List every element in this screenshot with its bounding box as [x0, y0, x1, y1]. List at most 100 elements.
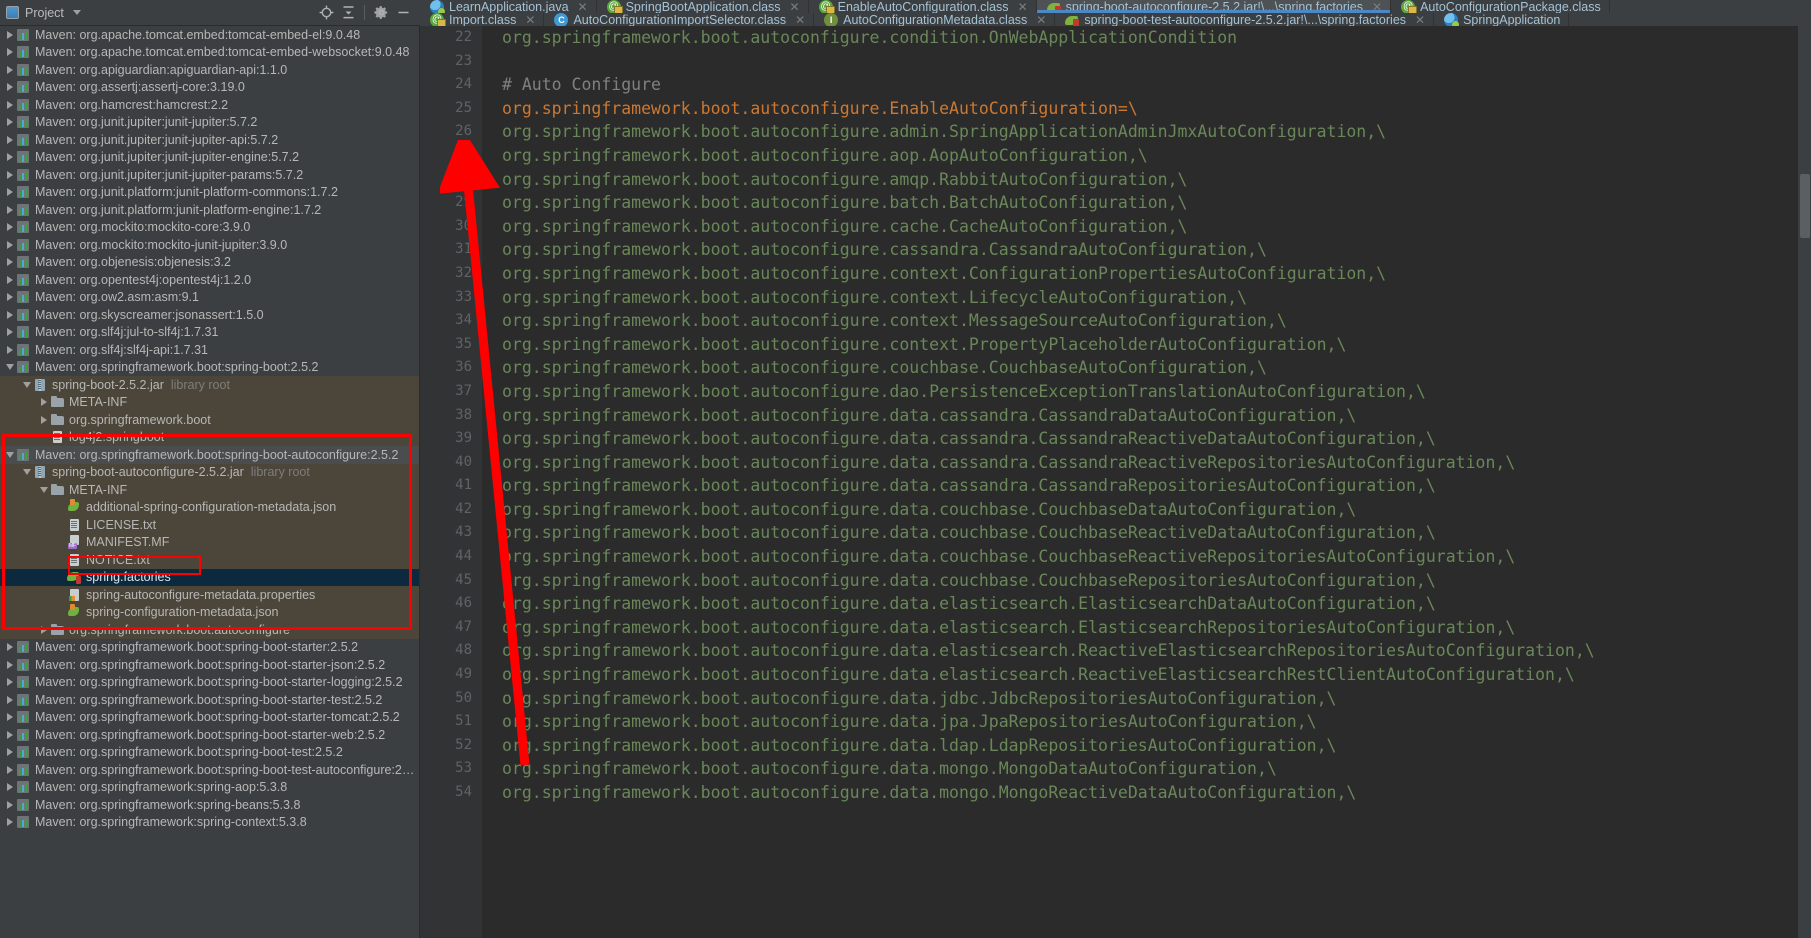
tree-row[interactable]: Maven: org.junit.platform:junit-platform… [0, 184, 419, 202]
tree-row[interactable]: additional-spring-configuration-metadata… [0, 498, 419, 516]
chevron-right-icon[interactable] [4, 258, 16, 267]
tree-row[interactable]: Maven: org.slf4j:slf4j-api:1.7.31 [0, 341, 419, 359]
tree-row[interactable]: Maven: org.mockito:mockito-junit-jupiter… [0, 236, 419, 254]
code-line[interactable]: org.springframework.boot.autoconfigure.d… [502, 687, 1811, 711]
chevron-right-icon[interactable] [4, 170, 16, 179]
tree-row[interactable]: Maven: org.springframework.boot:spring-b… [0, 639, 419, 657]
chevron-right-icon[interactable] [4, 660, 16, 669]
chevron-right-icon[interactable] [4, 643, 16, 652]
close-icon[interactable]: ✕ [1036, 13, 1046, 26]
code-line[interactable]: org.springframework.boot.autoconfigure.c… [502, 262, 1811, 286]
tree-row[interactable]: Maven: org.apiguardian:apiguardian-api:1… [0, 61, 419, 79]
code-line[interactable]: org.springframework.boot.autoconfigure.c… [502, 356, 1811, 380]
tree-row[interactable]: Maven: org.springframework.boot:spring-b… [0, 359, 419, 377]
tree-row[interactable]: org.springframework.boot [0, 411, 419, 429]
code-line[interactable]: org.springframework.boot.autoconfigure.d… [502, 380, 1811, 404]
tree-row[interactable]: META-INF [0, 481, 419, 499]
tree-row[interactable]: Maven: org.springframework.boot:spring-b… [0, 761, 419, 779]
editor-tab[interactable]: LearnApplication.java ✕ [420, 0, 597, 13]
code-line[interactable]: org.springframework.boot.autoconfigure.d… [502, 569, 1811, 593]
tree-row[interactable]: Maven: org.springframework.boot:spring-b… [0, 744, 419, 762]
code-line[interactable]: org.springframework.boot.autoconfigure.c… [502, 333, 1811, 357]
close-icon[interactable]: ✕ [790, 0, 800, 13]
code-line[interactable]: org.springframework.boot.autoconfigure.d… [502, 474, 1811, 498]
chevron-right-icon[interactable] [4, 713, 16, 722]
code-line[interactable]: org.springframework.boot.autoconfigure.d… [502, 592, 1811, 616]
tree-row[interactable]: Maven: org.springframework:spring-aop:5.… [0, 779, 419, 797]
editor-tab[interactable]: Import.class ✕ [420, 13, 545, 26]
tree-row[interactable]: Maven: org.mockito:mockito-core:3.9.0 [0, 219, 419, 237]
code-line[interactable]: org.springframework.boot.autoconfigure.d… [502, 616, 1811, 640]
tree-row[interactable]: Maven: org.springframework.boot:spring-b… [0, 709, 419, 727]
code-line[interactable]: org.springframework.boot.autoconfigure.d… [502, 734, 1811, 758]
code-line[interactable]: org.springframework.boot.autoconfigure.d… [502, 521, 1811, 545]
code-line[interactable]: org.springframework.boot.autoconfigure.d… [502, 781, 1811, 805]
editor-tab[interactable]: spring-boot-test-autoconfigure-2.5.2.jar… [1055, 13, 1435, 26]
tree-row[interactable]: Maven: org.junit.jupiter:junit-jupiter-e… [0, 149, 419, 167]
chevron-right-icon[interactable] [4, 765, 16, 774]
chevron-right-icon[interactable] [4, 800, 16, 809]
chevron-right-icon[interactable] [4, 678, 16, 687]
editor-code-area[interactable]: org.springframework.boot.autoconfigure.c… [482, 26, 1811, 938]
tree-row[interactable]: Maven: org.opentest4j:opentest4j:1.2.0 [0, 271, 419, 289]
tree-row[interactable]: Maven: org.junit.platform:junit-platform… [0, 201, 419, 219]
chevron-right-icon[interactable] [38, 398, 50, 407]
code-line[interactable]: org.springframework.boot.autoconfigure.a… [502, 144, 1811, 168]
close-icon[interactable]: ✕ [525, 13, 535, 26]
close-icon[interactable]: ✕ [795, 13, 805, 26]
tree-row[interactable]: LICENSE.txt [0, 516, 419, 534]
code-line[interactable]: org.springframework.boot.autoconfigure.d… [502, 663, 1811, 687]
editor-tab[interactable]: SpringBootApplication.class ✕ [596, 0, 809, 13]
tree-row[interactable]: spring-boot-2.5.2.jar library root [0, 376, 419, 394]
tree-row[interactable]: Maven: org.springframework:spring-contex… [0, 814, 419, 832]
code-line[interactable]: org.springframework.boot.autoconfigure.a… [502, 120, 1811, 144]
tree-row[interactable]: spring.factories [0, 568, 419, 586]
close-icon[interactable]: ✕ [1372, 0, 1382, 13]
code-line[interactable]: org.springframework.boot.autoconfigure.c… [502, 215, 1811, 239]
chevron-right-icon[interactable] [4, 118, 16, 127]
code-line[interactable]: org.springframework.boot.autoconfigure.c… [502, 309, 1811, 333]
chevron-right-icon[interactable] [4, 293, 16, 302]
tree-row[interactable]: Maven: org.junit.jupiter:junit-jupiter-p… [0, 166, 419, 184]
chevron-right-icon[interactable] [4, 83, 16, 92]
chevron-right-icon[interactable] [38, 415, 50, 424]
editor-tab[interactable]: SpringApplication [1434, 13, 1570, 26]
editor-tab[interactable]: EnableAutoConfiguration.class ✕ [808, 0, 1037, 13]
chevron-right-icon[interactable] [4, 205, 16, 214]
editor-tab[interactable]: AutoConfigurationPackage.class [1391, 0, 1610, 13]
chevron-right-icon[interactable] [4, 328, 16, 337]
tree-row[interactable]: Maven: org.slf4j:jul-to-slf4j:1.7.31 [0, 324, 419, 342]
chevron-right-icon[interactable] [4, 153, 16, 162]
code-line[interactable]: org.springframework.boot.autoconfigure.c… [502, 238, 1811, 262]
code-line[interactable]: org.springframework.boot.autoconfigure.d… [502, 498, 1811, 522]
chevron-right-icon[interactable] [4, 345, 16, 354]
tree-row[interactable]: Maven: org.ow2.asm:asm:9.1 [0, 289, 419, 307]
code-line[interactable]: org.springframework.boot.autoconfigure.d… [502, 710, 1811, 734]
project-tool-window-title[interactable]: Project [6, 6, 81, 20]
chevron-right-icon[interactable] [4, 188, 16, 197]
tree-row[interactable]: Maven: org.springframework.boot:spring-b… [0, 691, 419, 709]
tree-row[interactable]: Maven: org.hamcrest:hamcrest:2.2 [0, 96, 419, 114]
tree-row[interactable]: spring-boot-autoconfigure-2.5.2.jar libra… [0, 463, 419, 481]
tree-row[interactable]: Maven: org.springframework.boot:spring-b… [0, 656, 419, 674]
code-line[interactable]: # Auto Configure [502, 73, 1811, 97]
locate-icon[interactable] [315, 2, 337, 24]
tree-row[interactable]: NOTICE.txt [0, 551, 419, 569]
tree-row[interactable]: Maven: org.springframework:spring-beans:… [0, 796, 419, 814]
code-line[interactable]: org.springframework.boot.autoconfigure.d… [502, 404, 1811, 428]
code-line[interactable]: org.springframework.boot.autoconfigure.c… [502, 26, 1811, 50]
code-line[interactable]: org.springframework.boot.autoconfigure.d… [502, 451, 1811, 475]
tree-row[interactable]: Maven: org.springframework.boot:spring-b… [0, 726, 419, 744]
chevron-right-icon[interactable] [4, 100, 16, 109]
tree-row[interactable]: Maven: org.apache.tomcat.embed:tomcat-em… [0, 26, 419, 44]
chevron-right-icon[interactable] [4, 310, 16, 319]
chevron-right-icon[interactable] [4, 48, 16, 57]
code-line[interactable]: org.springframework.boot.autoconfigure.E… [502, 97, 1811, 121]
code-line[interactable]: org.springframework.boot.autoconfigure.c… [502, 286, 1811, 310]
chevron-right-icon[interactable] [4, 223, 16, 232]
editor-marker-strip[interactable] [1798, 26, 1811, 938]
tree-row[interactable]: log4j2.springboot [0, 428, 419, 446]
chevron-down-icon[interactable] [72, 10, 81, 15]
settings-gear-icon[interactable] [370, 2, 392, 24]
chevron-right-icon[interactable] [4, 730, 16, 739]
